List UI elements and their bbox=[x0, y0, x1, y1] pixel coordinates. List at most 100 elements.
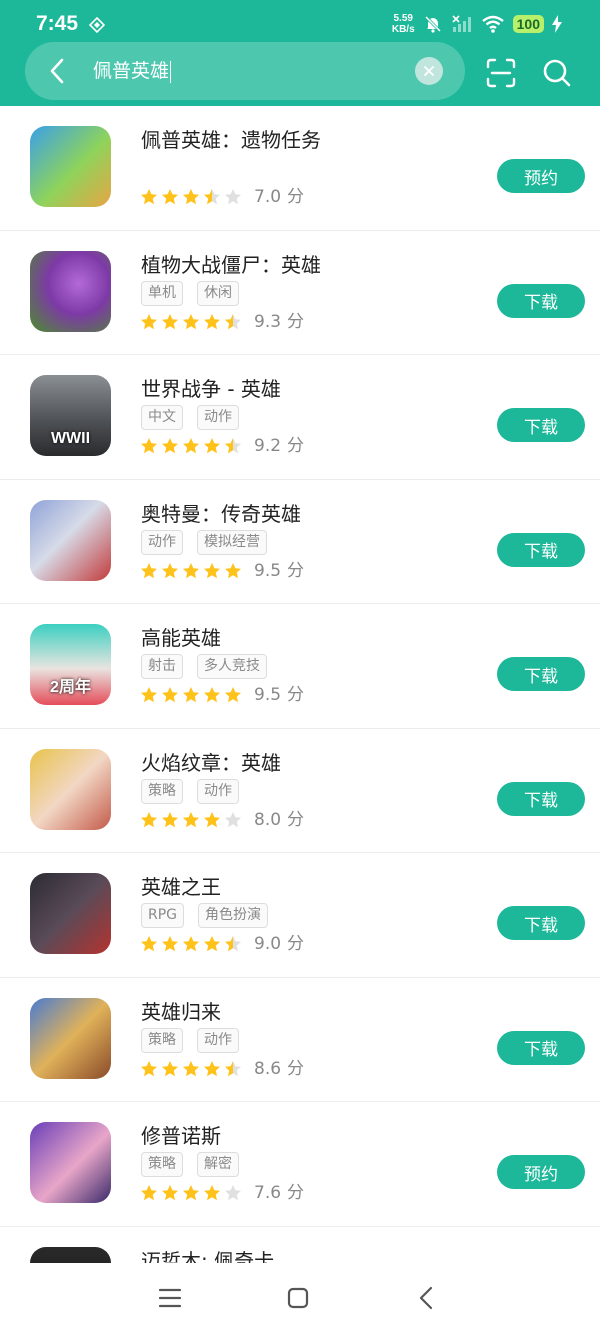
app-rating: 9.0 分 bbox=[140, 933, 304, 955]
app-score-unit: 分 bbox=[287, 1183, 305, 1203]
app-name[interactable]: 英雄之王 bbox=[141, 873, 221, 901]
list-item[interactable]: 植物大战僵尸：英雄 单机 休闲 9.3 分 下载 bbox=[0, 231, 600, 355]
app-score-value: 9.5 bbox=[254, 560, 282, 581]
list-item[interactable]: 修普诺斯 策略 解密 7.6 分 预约 bbox=[0, 1102, 600, 1227]
reserve-button[interactable]: 预约 bbox=[497, 1155, 585, 1189]
star-icon bbox=[162, 313, 178, 329]
star-icon bbox=[162, 1185, 178, 1201]
download-button[interactable]: 下载 bbox=[497, 532, 585, 567]
menu-button[interactable] bbox=[155, 1283, 185, 1313]
app-tag: 动作 bbox=[197, 778, 239, 804]
app-icon[interactable] bbox=[30, 1122, 111, 1203]
app-rating: 9.3 分 bbox=[140, 311, 304, 333]
star-icon bbox=[183, 189, 199, 205]
download-button[interactable]: 下载 bbox=[497, 408, 585, 442]
search-bar[interactable] bbox=[25, 42, 465, 100]
app-name[interactable]: 迈哲木: 佩奇卡 bbox=[141, 1247, 274, 1264]
app-icon[interactable] bbox=[30, 126, 111, 207]
app-tag: 策略 bbox=[141, 778, 183, 804]
star-icon bbox=[162, 1060, 178, 1076]
clear-button[interactable] bbox=[415, 57, 443, 85]
app-tags: RPG 角色扮演 bbox=[141, 903, 269, 928]
home-icon bbox=[287, 1287, 309, 1309]
text-cursor bbox=[170, 60, 172, 83]
scan-icon bbox=[486, 58, 516, 88]
search-query: 佩普英雄 bbox=[93, 60, 170, 82]
search-button[interactable] bbox=[541, 57, 573, 89]
app-icon-caption: WWII bbox=[50, 430, 91, 447]
app-score-unit: 分 bbox=[287, 934, 305, 954]
nav-back-button[interactable] bbox=[411, 1283, 441, 1313]
app-name[interactable]: 英雄归来 bbox=[141, 998, 221, 1026]
app-tag: 动作 bbox=[141, 529, 183, 555]
app-tag: 多人竞技 bbox=[197, 654, 267, 679]
star-icon bbox=[141, 313, 157, 329]
download-button[interactable]: 下载 bbox=[497, 906, 585, 940]
menu-icon bbox=[158, 1288, 182, 1308]
app-rating: 9.2 分 bbox=[140, 435, 304, 457]
app-tag: 解密 bbox=[197, 1152, 239, 1177]
app-tag: 射击 bbox=[141, 654, 183, 679]
app-tag: 动作 bbox=[197, 405, 239, 430]
charging-icon bbox=[552, 15, 562, 33]
app-name[interactable]: 佩普英雄：遗物任务 bbox=[141, 126, 321, 154]
star-icon bbox=[183, 811, 199, 827]
star-icon bbox=[225, 811, 241, 827]
list-item[interactable]: 2周年 高能英雄 射击 多人竞技 9.5 分 下载 bbox=[0, 604, 600, 729]
app-score-unit: 分 bbox=[287, 560, 305, 581]
app-tag: 模拟经营 bbox=[197, 529, 267, 555]
app-tags: 动作 模拟经营 bbox=[141, 529, 267, 555]
app-icon[interactable] bbox=[30, 499, 111, 581]
list-item[interactable]: 迈哲木: 佩奇卡 bbox=[0, 1227, 600, 1264]
app-score-value: 9.5 bbox=[254, 685, 282, 705]
star-icon bbox=[141, 438, 157, 454]
star-icon bbox=[183, 1060, 199, 1076]
list-item[interactable]: 奥特曼：传奇英雄 动作 模拟经营 9.5 分 下载 bbox=[0, 480, 600, 604]
app-rating: 7.0 分 bbox=[140, 186, 304, 208]
app-icon[interactable] bbox=[30, 997, 111, 1079]
app-icon[interactable] bbox=[30, 748, 111, 830]
back-button[interactable] bbox=[40, 54, 74, 88]
list-item[interactable]: WWII 世界战争 - 英雄 中文 动作 9.2 分 下载 bbox=[0, 355, 600, 480]
star-icon bbox=[204, 687, 220, 703]
app-score-unit: 分 bbox=[287, 809, 305, 830]
app-score: 8.6 分 bbox=[254, 1058, 304, 1080]
list-item[interactable]: 英雄之王 RPG 角色扮演 9.0 分 下载 bbox=[0, 853, 600, 978]
wifi-icon bbox=[481, 15, 504, 33]
download-button[interactable]: 下载 bbox=[497, 781, 585, 816]
app-name[interactable]: 高能英雄 bbox=[141, 624, 221, 652]
app-icon[interactable] bbox=[30, 250, 111, 332]
app-score: 8.0 分 bbox=[254, 809, 304, 831]
download-button[interactable]: 下载 bbox=[497, 657, 585, 691]
star-icon bbox=[204, 936, 220, 952]
download-button[interactable]: 下载 bbox=[497, 283, 585, 318]
reserve-button[interactable]: 预约 bbox=[497, 159, 585, 193]
app-icon[interactable]: 2周年 bbox=[30, 624, 111, 705]
app-score-unit: 分 bbox=[287, 311, 305, 332]
app-name[interactable]: 奥特曼：传奇英雄 bbox=[141, 500, 301, 528]
app-score-value: 9.3 bbox=[254, 311, 282, 332]
star-icon bbox=[141, 562, 157, 578]
app-name[interactable]: 修普诺斯 bbox=[141, 1122, 221, 1150]
app-rating: 8.6 分 bbox=[140, 1058, 304, 1080]
home-button[interactable] bbox=[283, 1283, 313, 1313]
app-icon[interactable]: WWII bbox=[30, 375, 111, 456]
list-item[interactable]: 火焰纹章：英雄 策略 动作 8.0 分 下载 bbox=[0, 729, 600, 853]
app-score-value: 9.0 bbox=[254, 934, 282, 954]
search-input[interactable]: 佩普英雄 bbox=[93, 58, 172, 84]
app-name[interactable]: 世界战争 - 英雄 bbox=[141, 375, 281, 403]
download-button[interactable]: 下载 bbox=[497, 1030, 585, 1065]
star-icon bbox=[204, 1060, 220, 1076]
app-icon[interactable] bbox=[30, 1246, 111, 1263]
app-tag: 单机 bbox=[141, 280, 183, 306]
list-item[interactable]: 英雄归来 策略 动作 8.6 分 下载 bbox=[0, 978, 600, 1102]
app-icon[interactable] bbox=[30, 873, 111, 954]
scan-button[interactable] bbox=[485, 57, 517, 89]
list-item[interactable]: 佩普英雄：遗物任务 7.0 分 预约 bbox=[0, 106, 600, 231]
app-tag: 中文 bbox=[141, 405, 183, 430]
app-name[interactable]: 火焰纹章：英雄 bbox=[141, 749, 281, 777]
app-name[interactable]: 植物大战僵尸：英雄 bbox=[141, 251, 321, 279]
app-score-unit: 分 bbox=[287, 1058, 305, 1079]
star-icon bbox=[162, 687, 178, 703]
app-score-value: 8.6 bbox=[254, 1058, 282, 1079]
